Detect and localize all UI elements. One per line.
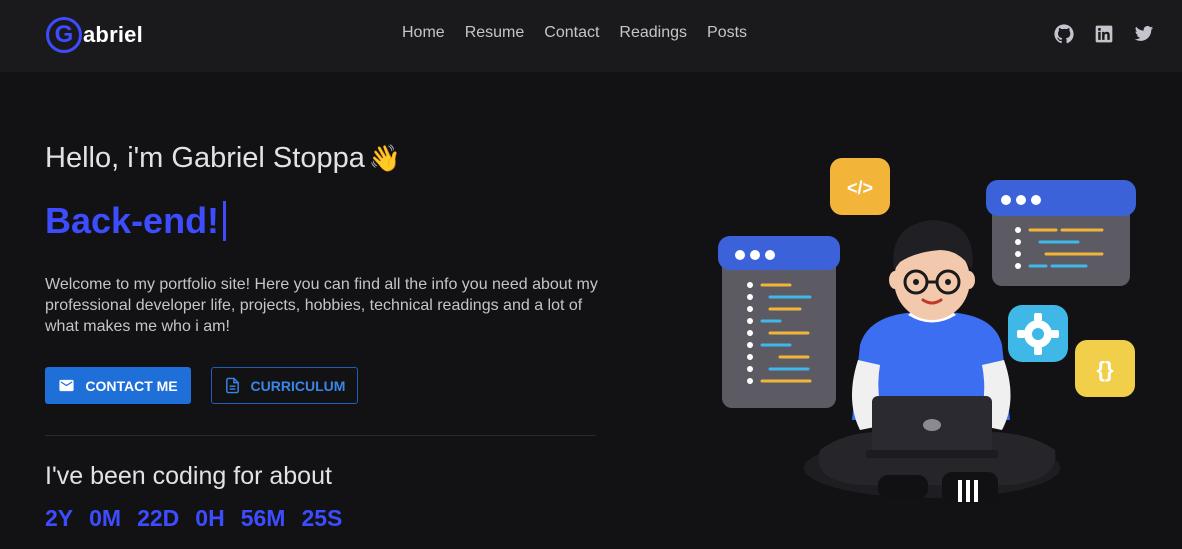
gear-icon (1008, 305, 1068, 362)
greeting-text: Hello, i'm Gabriel Stoppa (45, 142, 365, 174)
mail-icon (59, 379, 74, 392)
contact-me-label: CONTACT ME (85, 377, 178, 394)
code-tag-badge: </> (830, 158, 890, 215)
developer-illustration: </> {} (718, 158, 1136, 504)
braces-text: {} (1096, 357, 1114, 382)
nav-readings[interactable]: Readings (609, 24, 697, 42)
counter-minutes: 56M (240, 505, 286, 531)
role-text: Back-end! (45, 200, 220, 241)
twitter-icon[interactable] (1134, 24, 1154, 44)
nav-resume[interactable]: Resume (455, 24, 535, 42)
logo-mark: G (46, 17, 82, 53)
greeting-heading: Hello, i'm Gabriel Stoppa 👋 (45, 142, 401, 175)
coding-duration-label: I've been coding for about (45, 462, 332, 490)
counter-days: 22D (137, 505, 180, 531)
linkedin-icon[interactable] (1094, 24, 1114, 44)
right-code-window (986, 180, 1136, 286)
coding-duration-counter: 2Y 0M 22D 0H 56M 25S (45, 505, 342, 532)
counter-seconds: 25S (301, 505, 343, 531)
nav-home[interactable]: Home (392, 24, 455, 42)
logo[interactable]: G abriel (46, 15, 143, 55)
waving-hand-icon: 👋 (368, 143, 402, 173)
top-navbar: G abriel Home Resume Contact Readings Po… (0, 0, 1182, 72)
counter-hours: 0H (195, 505, 225, 531)
typewriter-role: Back-end! (45, 200, 227, 242)
nav-contact[interactable]: Contact (534, 24, 609, 42)
contact-me-button[interactable]: CONTACT ME (45, 367, 191, 404)
curriculum-button[interactable]: CURRICULUM (211, 367, 358, 404)
intro-paragraph: Welcome to my portfolio site! Here you c… (45, 276, 598, 335)
typing-caret (223, 201, 227, 241)
section-divider (45, 435, 596, 436)
logo-text: abriel (83, 22, 143, 47)
nav-posts[interactable]: Posts (697, 24, 757, 42)
github-icon[interactable] (1054, 24, 1074, 44)
curriculum-label: CURRICULUM (250, 377, 346, 394)
braces-badge: {} (1075, 340, 1135, 397)
left-code-window (718, 236, 840, 408)
social-links (1054, 24, 1154, 44)
main-nav: Home Resume Contact Readings Posts (392, 24, 757, 42)
counter-months: 0M (89, 505, 122, 531)
counter-years: 2Y (45, 505, 74, 531)
document-icon (225, 377, 239, 394)
code-tag-text: </> (847, 178, 873, 198)
